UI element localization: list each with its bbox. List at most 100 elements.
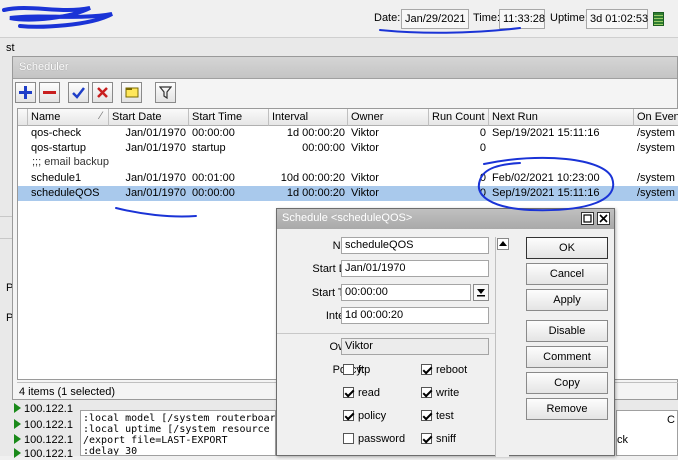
funnel-icon <box>159 86 172 99</box>
schedule-dialog: Schedule <scheduleQOS> Name: scheduleQOS… <box>276 208 615 457</box>
policy-read-checkbox[interactable]: read <box>343 387 380 399</box>
divider <box>0 238 12 239</box>
checkbox-checked-icon <box>343 387 354 398</box>
checkbox-checked-icon <box>421 410 432 421</box>
policy-reboot-checkbox[interactable]: reboot <box>421 364 467 376</box>
column-header-start-date[interactable]: Start Date <box>109 109 189 126</box>
list-item[interactable]: 100.122.1 <box>14 434 73 446</box>
comment-button[interactable] <box>121 82 142 103</box>
safe-mode-indicator-icon[interactable] <box>653 12 664 26</box>
cell-start-date: Jan/01/1970 <box>125 127 186 139</box>
sort-arrow-icon: ⁄ <box>100 110 102 122</box>
cell-on-event: /system <box>637 142 675 154</box>
list-item[interactable]: 100.122.1 <box>14 448 73 460</box>
table-row[interactable]: qos-startup Jan/01/1970 startup 00:00:00… <box>18 141 678 156</box>
table-row-selected[interactable]: scheduleQOS Jan/01/1970 00:00:00 1d 00:0… <box>18 186 678 201</box>
cell-owner: Viktor <box>351 172 379 184</box>
cell-on-event: /system <box>637 187 675 199</box>
script-source-editor[interactable]: :local model [/system routerboard get mo… <box>80 410 276 456</box>
start-time-dropdown[interactable] <box>473 284 489 301</box>
cell-interval: 10d 00:00:20 <box>280 172 345 184</box>
start-date-input[interactable]: Jan/01/1970 <box>341 260 489 277</box>
add-button[interactable] <box>15 82 36 103</box>
filter-button[interactable] <box>155 82 176 103</box>
column-header-marker <box>18 109 28 126</box>
background-panel-right: C ck <box>616 410 678 456</box>
cell-run-count: 0 <box>479 172 486 184</box>
policy-ftp-checkbox[interactable]: ftp <box>343 364 370 376</box>
cell-next-run: Sep/19/2021 15:11:16 <box>492 187 600 199</box>
apply-button[interactable]: Apply <box>526 289 608 311</box>
ok-button[interactable]: OK <box>526 237 608 259</box>
cell-start-time: 00:00:00 <box>192 187 235 199</box>
cell-run-count: 0 <box>479 142 486 154</box>
cell-interval: 00:00:00 <box>302 142 345 154</box>
play-icon <box>14 434 21 444</box>
disable-button[interactable]: Disable <box>526 320 608 342</box>
start-time-input[interactable]: 00:00:00 <box>341 284 471 301</box>
cancel-button[interactable]: Cancel <box>526 263 608 285</box>
time-label: Time: <box>473 12 501 24</box>
policy-password-checkbox[interactable]: password <box>343 433 405 445</box>
note-icon <box>125 87 139 98</box>
cell-run-count: 0 <box>479 127 486 139</box>
window-title: Scheduler <box>13 57 677 79</box>
script-line: :local model [/system routerboard get mo… <box>83 413 276 424</box>
divider <box>277 333 495 334</box>
column-header-run-count[interactable]: Run Count <box>429 109 489 126</box>
enable-button[interactable] <box>68 82 89 103</box>
list-item[interactable]: 100.122.1 <box>14 403 73 415</box>
background-stub-text: ck <box>617 434 628 446</box>
maximize-button[interactable] <box>581 212 594 225</box>
column-header-owner[interactable]: Owner <box>348 109 429 126</box>
column-header-next-run[interactable]: Next Run <box>489 109 634 126</box>
policy-policy-checkbox[interactable]: policy <box>343 410 386 422</box>
date-label: Date: <box>374 12 401 24</box>
cell-start-date: Jan/01/1970 <box>125 142 186 154</box>
dialog-title-bar[interactable]: Schedule <scheduleQOS> <box>277 209 614 229</box>
cell-name: schedule1 <box>31 172 82 184</box>
checkbox-checked-icon <box>421 364 432 375</box>
cell-interval: 1d 00:00:20 <box>286 127 345 139</box>
table-row[interactable]: schedule1 Jan/01/1970 00:01:00 10d 00:00… <box>18 171 678 186</box>
cell-on-event: /system <box>637 127 675 139</box>
cell-start-date: Jan/01/1970 <box>125 172 186 184</box>
cell-name: scheduleQOS <box>31 187 100 199</box>
background-stub-text: st <box>6 42 15 54</box>
script-line: /export file=LAST-EXPORT <box>83 435 228 446</box>
close-button[interactable] <box>597 212 610 225</box>
date-value: Jan/29/2021 <box>401 9 469 29</box>
copy-button[interactable]: Copy <box>526 372 608 394</box>
play-icon <box>14 419 21 429</box>
column-header-name[interactable]: Name ⁄ <box>28 109 109 126</box>
comment-button[interactable]: Comment <box>526 346 608 368</box>
cell-name: qos-check <box>31 127 82 139</box>
cell-start-time: 00:00:00 <box>192 127 235 139</box>
dialog-scrollbar[interactable] <box>495 237 509 457</box>
name-input[interactable]: scheduleQOS <box>341 237 489 254</box>
column-header-start-time[interactable]: Start Time <box>189 109 269 126</box>
remove-button[interactable] <box>39 82 60 103</box>
policy-write-checkbox[interactable]: write <box>421 387 459 399</box>
script-line: :local uptime [/system resource get upti… <box>83 424 275 435</box>
cell-start-time: startup <box>192 142 226 154</box>
background-stub-text: C <box>667 414 675 426</box>
column-header-on-event[interactable]: On Even <box>634 109 678 126</box>
interval-input[interactable]: 1d 00:00:20 <box>341 307 489 324</box>
disable-button[interactable] <box>92 82 113 103</box>
list-item[interactable]: 100.122.1 <box>14 419 73 431</box>
checkbox-checked-icon <box>421 433 432 444</box>
minus-icon <box>43 91 56 94</box>
table-row[interactable]: qos-check Jan/01/1970 00:00:00 1d 00:00:… <box>18 126 678 141</box>
policy-test-checkbox[interactable]: test <box>421 410 454 422</box>
x-icon <box>97 87 108 98</box>
checkbox-checked-icon <box>343 410 354 421</box>
column-header-interval[interactable]: Interval <box>269 109 348 126</box>
cell-next-run: Sep/19/2021 15:11:16 <box>492 127 600 139</box>
cell-next-run <box>489 141 634 156</box>
status-bar: Date: Jan/29/2021 Time: 11:33:28 Uptime:… <box>0 0 678 38</box>
cell-name: qos-startup <box>31 142 87 154</box>
policy-sniff-checkbox[interactable]: sniff <box>421 433 456 445</box>
remove-button[interactable]: Remove <box>526 398 608 420</box>
uptime-value: 3d 01:02:53 <box>586 9 648 29</box>
